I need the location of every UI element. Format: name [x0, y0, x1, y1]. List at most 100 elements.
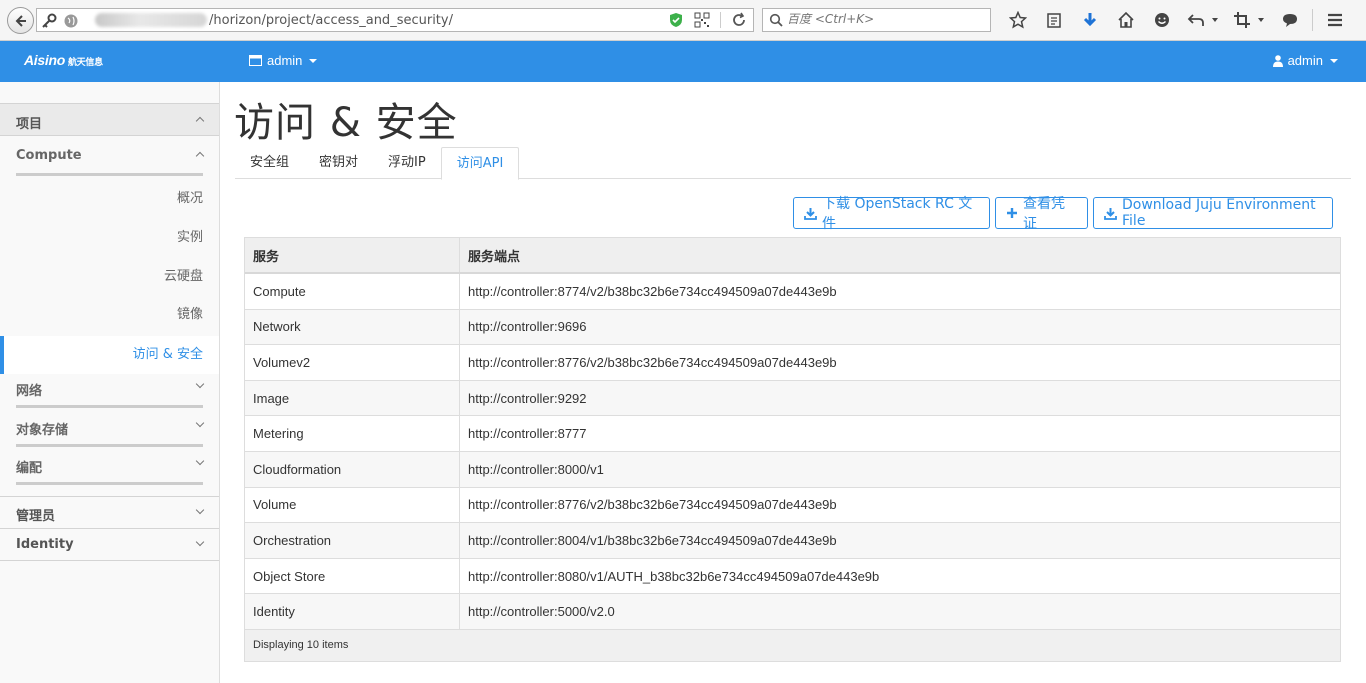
brand-subtitle: 航天信息: [67, 57, 103, 67]
sidebar-item-volumes[interactable]: 云硬盘: [0, 258, 219, 296]
search-bar[interactable]: [762, 8, 991, 32]
table-row: Identity http://controller:5000/v2.0: [245, 594, 1340, 630]
sidebar-section-identity[interactable]: Identity: [0, 528, 219, 561]
qr-code-icon[interactable]: [694, 12, 710, 28]
endpoint-cell: http://controller:5000/v2.0: [468, 604, 615, 620]
service-cell: Metering: [245, 416, 460, 451]
download-button[interactable]: [1072, 8, 1108, 32]
table-row: Orchestration http://controller:8004/v1/b…: [245, 523, 1340, 559]
sidebar-item-instances[interactable]: 实例: [0, 219, 219, 257]
section-label: 管理员: [16, 509, 56, 524]
browser-tools: [1000, 8, 1353, 32]
url-bar[interactable]: /horizon/project/access_and_security/: [36, 8, 754, 32]
sidebar-group-object-store[interactable]: 对象存储: [0, 411, 219, 447]
endpoint-cell: http://controller:8776/v2/b38bc32b6e734c…: [468, 354, 837, 370]
caret-down-icon: [1330, 58, 1338, 63]
endpoint-cell: http://controller:8080/v1/AUTH_b38bc32b6…: [468, 568, 880, 584]
download-rc-label: 下载 OpenStack RC 文件: [822, 196, 973, 232]
group-label: 对象存储: [16, 423, 69, 438]
table-row: Volumev2 http://controller:8776/v2/b38bc3…: [245, 345, 1340, 381]
endpoint-cell: http://controller:8777: [468, 426, 587, 442]
home-icon: [1118, 11, 1134, 28]
table-header-row: 服务 服务端点: [245, 238, 1340, 274]
download-juju-button[interactable]: Download Juju Environment File: [1093, 197, 1333, 229]
download-juju-label: Download Juju Environment File: [1122, 197, 1316, 229]
sidebar-item-access-security[interactable]: 访问 & 安全: [0, 336, 219, 374]
chevron-down-icon: [195, 505, 205, 515]
brand-name: Aisino: [24, 52, 65, 68]
tab-floating-ips[interactable]: 浮动IP: [373, 147, 441, 179]
home-button[interactable]: [1108, 8, 1144, 32]
url-text[interactable]: /horizon/project/access_and_security/: [209, 13, 453, 28]
download-icon: [1104, 207, 1117, 220]
screenshot-button[interactable]: [1226, 8, 1272, 32]
chevron-up-icon: [195, 116, 205, 126]
globe-icon: [64, 14, 78, 28]
api-endpoints-table: 服务 服务端点 Compute http://controller:8774/v2…: [244, 237, 1341, 662]
column-header-endpoint[interactable]: 服务端点: [460, 246, 1340, 265]
sidebar-group-compute[interactable]: Compute: [0, 140, 219, 176]
user-dropdown[interactable]: admin: [1272, 53, 1338, 68]
clipboard-icon: [1047, 13, 1061, 28]
tab-key-pairs[interactable]: 密钥对: [304, 147, 373, 179]
service-cell: Image: [245, 380, 460, 416]
table-footer: Displaying 10 items: [245, 629, 1340, 661]
caret-down-icon: [1212, 18, 1218, 22]
reading-list-button[interactable]: [1036, 8, 1072, 32]
group-label: Compute: [16, 148, 82, 163]
emoji-button[interactable]: [1144, 8, 1180, 32]
endpoint-cell: http://controller:9696: [468, 319, 587, 335]
project-dropdown[interactable]: admin: [249, 53, 318, 68]
sidebar-group-orchestration[interactable]: 编配: [0, 449, 219, 485]
search-icon: [769, 13, 783, 27]
sidebar-section-admin[interactable]: 管理员: [0, 496, 219, 529]
endpoint-cell: http://controller:9292: [468, 390, 587, 406]
menu-button[interactable]: [1317, 8, 1353, 32]
table-row: Volume http://controller:8776/v2/b38bc32b…: [245, 487, 1340, 524]
group-label: 网络: [16, 384, 43, 399]
download-rc-button[interactable]: 下载 OpenStack RC 文件: [793, 196, 990, 232]
group-underline: [16, 173, 203, 176]
project-box-icon: [249, 55, 262, 66]
chevron-down-icon: [195, 456, 205, 466]
back-button[interactable]: [7, 7, 34, 34]
sidebar-item-overview[interactable]: 概况: [0, 180, 219, 218]
group-underline: [16, 405, 203, 408]
tab-bar: 安全组 密钥对 浮动IP 访问API: [235, 147, 1351, 180]
sidebar: 项目 Compute 概况 实例 云硬盘 镜像 访问 & 安全 网络 对象存储 …: [0, 82, 220, 683]
star-icon: [1009, 11, 1027, 29]
sidebar-item-images[interactable]: 镜像: [0, 296, 219, 334]
column-header-service[interactable]: 服务: [245, 238, 460, 272]
group-label: 编配: [16, 461, 43, 476]
chevron-up-icon: [195, 151, 205, 161]
view-credentials-button[interactable]: 查看凭证: [995, 196, 1088, 232]
key-icon: [42, 13, 57, 28]
service-cell: Identity: [245, 594, 460, 629]
group-underline: [16, 444, 203, 447]
undo-button[interactable]: [1180, 8, 1226, 32]
bookmark-star-button[interactable]: [1000, 8, 1036, 32]
chat-bubble-icon: [1283, 14, 1297, 27]
reload-icon[interactable]: [731, 12, 747, 28]
endpoint-cell: http://controller:8776/v2/b38bc32b6e734c…: [468, 497, 837, 513]
service-cell: Orchestration: [245, 523, 460, 558]
tab-api-access[interactable]: 访问API: [440, 147, 520, 180]
tab-security-groups[interactable]: 安全组: [235, 147, 304, 179]
search-input[interactable]: [787, 12, 982, 26]
project-name: admin: [267, 53, 303, 68]
endpoint-cell: http://controller:8774/v2/b38bc32b6e734c…: [468, 283, 837, 299]
chat-button[interactable]: [1272, 8, 1308, 32]
brand-logo[interactable]: Aisino 航天信息: [24, 52, 103, 68]
arrow-left-icon: [15, 14, 26, 27]
service-cell: Compute: [245, 274, 460, 309]
host-redacted: [95, 13, 207, 27]
sidebar-group-network[interactable]: 网络: [0, 372, 219, 408]
table-row: Cloudformation http://controller:8000/v1: [245, 451, 1340, 488]
undo-icon: [1187, 14, 1204, 26]
section-label: Identity: [16, 537, 74, 552]
hamburger-icon: [1328, 13, 1342, 27]
sidebar-section-project[interactable]: 项目: [0, 103, 219, 136]
caret-down-icon: [1258, 18, 1264, 22]
shield-icon[interactable]: [668, 12, 684, 28]
section-label: 项目: [16, 117, 43, 132]
